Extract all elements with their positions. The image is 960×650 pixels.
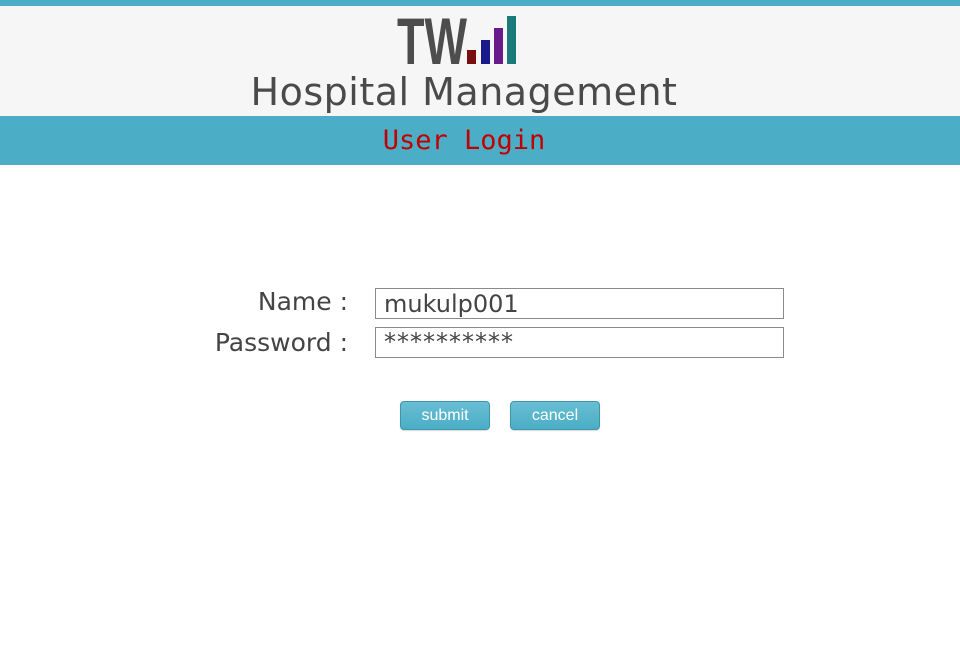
name-label: Name : — [257, 287, 348, 316]
app-title: Hospital Management — [250, 70, 678, 114]
login-bar: User Login — [0, 116, 960, 165]
logo-text: TW — [397, 12, 467, 66]
logo: TW — [397, 12, 516, 66]
bar-chart-icon — [467, 16, 516, 64]
submit-button[interactable]: submit — [400, 401, 490, 430]
name-input[interactable] — [375, 288, 784, 319]
header: TW Hospital Management — [0, 6, 960, 116]
password-input[interactable]: ********** — [375, 327, 784, 358]
cancel-button[interactable]: cancel — [510, 401, 600, 430]
password-label: Password : — [214, 328, 348, 357]
login-title: User Login — [382, 125, 546, 156]
